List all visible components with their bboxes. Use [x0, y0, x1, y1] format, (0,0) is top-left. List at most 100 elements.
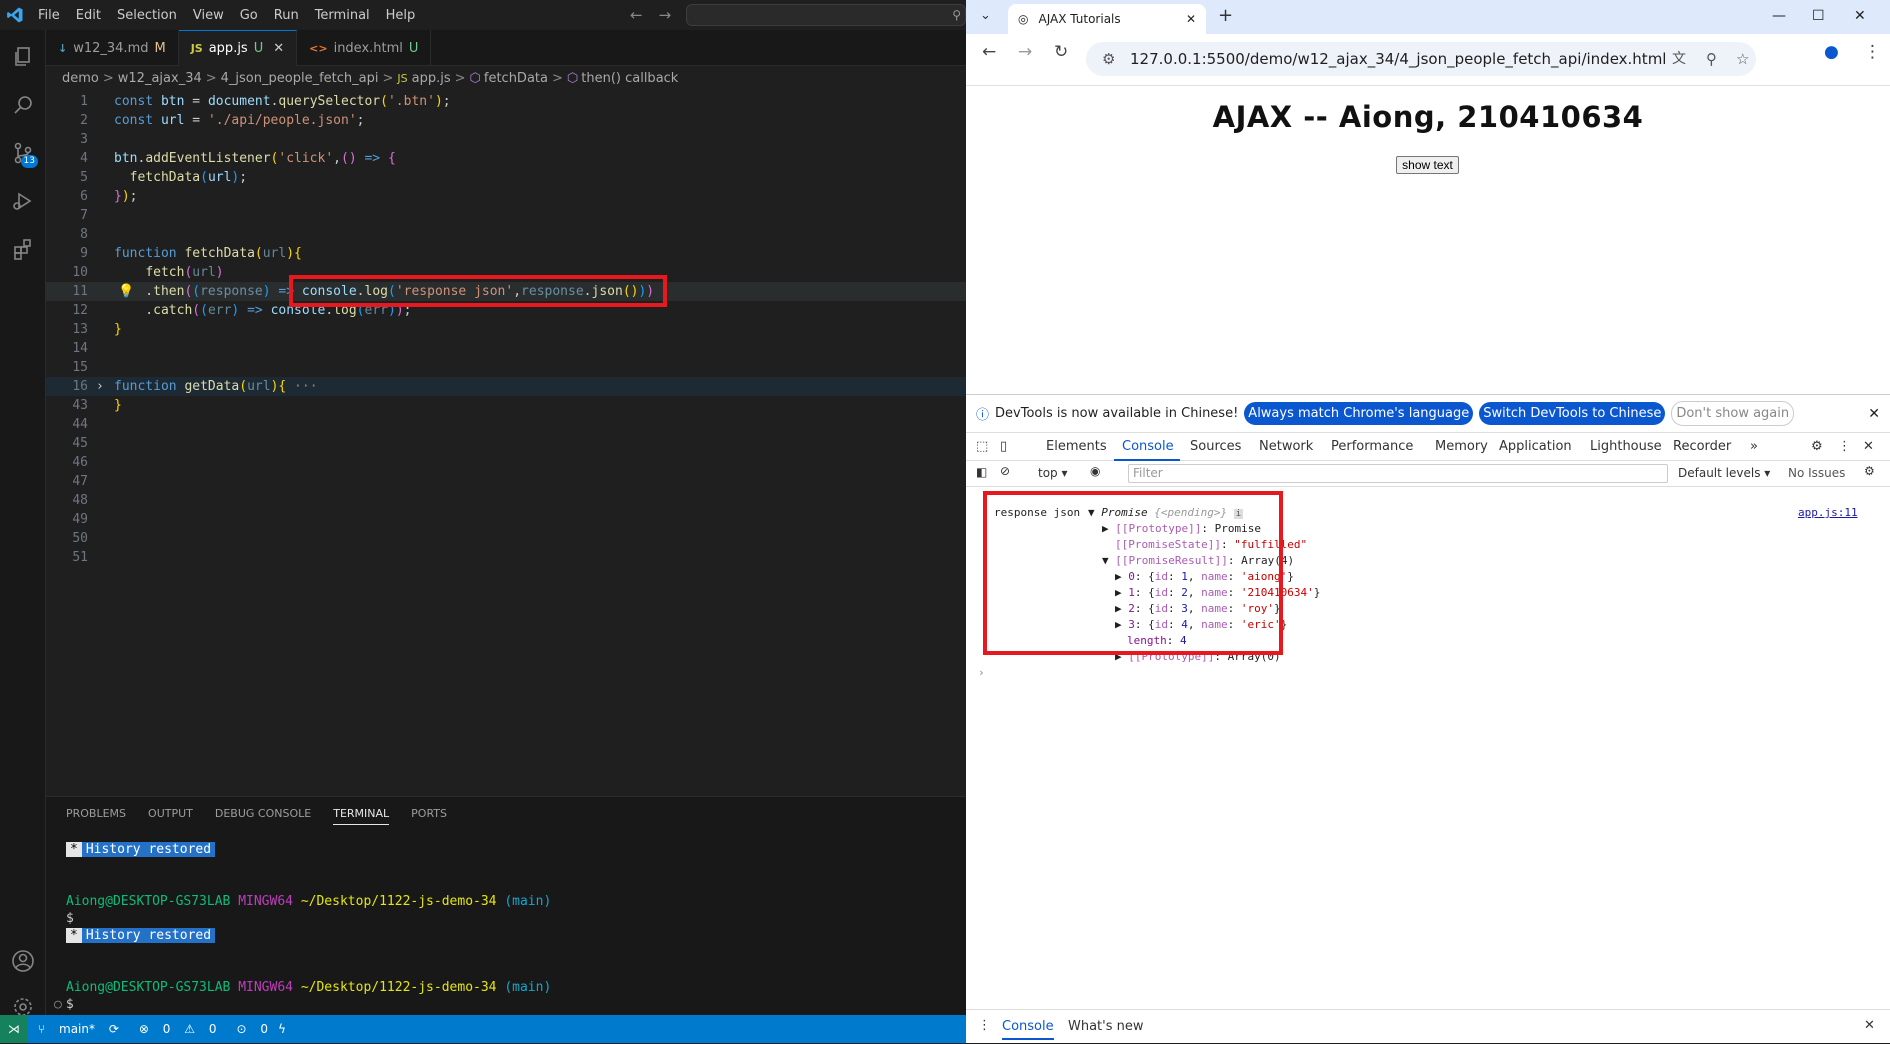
tab-problems[interactable]: PROBLEMS	[66, 807, 126, 824]
tab-debug-console[interactable]: DEBUG CONSOLE	[215, 807, 311, 824]
tab-search-chevron-icon[interactable]: ⌄	[980, 8, 991, 23]
translate-icon[interactable]: 文	[1672, 42, 1686, 76]
tab-ports[interactable]: PORTS	[411, 807, 447, 824]
context-selector[interactable]: top ▾	[1038, 466, 1068, 480]
close-icon[interactable]: ✕	[1868, 406, 1880, 422]
drawer-tab-console[interactable]: Console	[1002, 1019, 1054, 1040]
tab-recorder[interactable]: Recorder	[1673, 439, 1731, 454]
breadcrumb-item[interactable]: fetchData	[484, 71, 548, 86]
tab-index-html[interactable]: <> index.html U	[297, 30, 432, 66]
tab-terminal[interactable]: TERMINAL	[333, 807, 390, 825]
tab-lighthouse[interactable]: Lighthouse	[1590, 439, 1662, 454]
bookmark-star-icon[interactable]: ☆	[1736, 42, 1749, 76]
code-line: 6});	[80, 189, 138, 204]
inspect-element-icon[interactable]: ⬚	[976, 439, 988, 454]
branch-indicator[interactable]: ⑂ main* ⟳	[38, 1022, 119, 1036]
address-bar[interactable]: ⚙ 127.0.0.1:5500/demo/w12_ajax_34/4_json…	[1086, 42, 1756, 76]
source-control-icon[interactable]: 13	[0, 130, 46, 176]
lightning-icon[interactable]: ϟ	[278, 1022, 286, 1036]
terminal-prompt-line: Aiong@DESKTOP-GS73LAB MINGW64 ~/Desktop/…	[66, 893, 551, 910]
kebab-menu-icon[interactable]: ⋮	[1838, 439, 1851, 454]
tab-elements[interactable]: Elements	[1046, 439, 1107, 454]
tab-console[interactable]: Console	[1122, 439, 1174, 454]
drawer-menu-icon[interactable]: ⋮	[978, 1018, 991, 1033]
source-link[interactable]: app.js:11	[1798, 505, 1858, 521]
show-text-button[interactable]: show text	[1396, 156, 1459, 174]
search-icon[interactable]	[0, 82, 46, 128]
eye-icon[interactable]: ◉	[1090, 464, 1100, 478]
scm-badge: 13	[20, 155, 38, 168]
terminal-path: ~/Desktop/1122-js-demo-34	[300, 894, 497, 909]
explorer-icon[interactable]	[0, 34, 46, 80]
breadcrumb: demo > w12_ajax_34 > 4_json_people_fetch_a…	[62, 70, 679, 86]
circle-icon: ○	[54, 997, 62, 1012]
minimize-icon[interactable]: —	[1772, 8, 1786, 24]
back-arrow-icon[interactable]: ←	[630, 6, 643, 24]
breadcrumb-item[interactable]: w12_ajax_34	[118, 71, 202, 86]
menu-file[interactable]: File	[38, 8, 60, 23]
breadcrumb-item[interactable]: app.js	[412, 71, 451, 86]
forward-arrow-icon[interactable]: →	[659, 6, 672, 24]
site-info-icon[interactable]: ⚙	[1102, 42, 1115, 76]
fold-chevron-icon[interactable]: ›	[96, 377, 104, 396]
always-match-language-button[interactable]: Always match Chrome's language	[1244, 402, 1474, 425]
chrome-toolbar: ← → ↻ ⚙ 127.0.0.1:5500/demo/w12_ajax_34/…	[966, 34, 1890, 86]
menu-go[interactable]: Go	[240, 8, 258, 23]
code-editor[interactable]: 1 const btn = document.querySelector('.bt…	[46, 90, 966, 796]
command-center-search[interactable]: ⚲	[686, 4, 966, 26]
log-levels-dropdown[interactable]: Default levels ▾	[1678, 466, 1770, 480]
remote-icon[interactable]: ⋊	[0, 1015, 28, 1043]
tab-output[interactable]: OUTPUT	[148, 807, 193, 824]
extensions-icon[interactable]	[0, 226, 46, 272]
run-debug-icon[interactable]	[0, 178, 46, 224]
ports-indicator[interactable]: ⊙ 0	[226, 1022, 268, 1036]
terminal-input-line[interactable]: ○ $	[54, 996, 74, 1013]
settings-gear-icon[interactable]: ⚙	[1864, 464, 1875, 478]
tab-network[interactable]: Network	[1259, 439, 1313, 454]
close-icon[interactable]: ✕	[1864, 1018, 1875, 1033]
sidebar-toggle-icon[interactable]: ◧	[976, 465, 987, 479]
menu-run[interactable]: Run	[274, 8, 299, 23]
drawer-tab-whats-new[interactable]: What's new	[1068, 1019, 1144, 1034]
clear-console-icon[interactable]: ⊘	[1000, 464, 1010, 478]
filter-input[interactable]: Filter	[1128, 464, 1668, 483]
profile-avatar-icon[interactable]: ●	[1824, 42, 1839, 62]
tab-w12-34-md[interactable]: ↓ w12_34.md M	[46, 30, 179, 66]
close-icon[interactable]: ✕	[1186, 12, 1196, 26]
breadcrumb-item[interactable]: demo	[62, 71, 99, 86]
menu-view[interactable]: View	[193, 8, 224, 23]
reload-icon[interactable]: ↻	[1054, 42, 1068, 62]
settings-gear-icon[interactable]: ⚙	[1811, 439, 1823, 454]
dont-show-again-button[interactable]: Don't show again	[1671, 401, 1795, 426]
tab-app-js[interactable]: JS app.js U ✕	[178, 30, 298, 66]
chrome-tab-title: AJAX Tutorials	[1038, 12, 1121, 26]
kebab-menu-icon[interactable]: ⋮	[1864, 42, 1881, 62]
zoom-icon[interactable]: ⚲	[1706, 42, 1717, 76]
problems-indicator[interactable]: ⊗ 0 ⚠ 0	[129, 1022, 217, 1036]
back-arrow-icon[interactable]: ←	[982, 42, 996, 62]
new-tab-plus-icon[interactable]: +	[1218, 5, 1233, 26]
close-icon[interactable]: ✕	[1863, 439, 1874, 454]
menu-help[interactable]: Help	[386, 8, 416, 23]
close-window-icon[interactable]: ✕	[1854, 8, 1866, 24]
switch-to-chinese-button[interactable]: Switch DevTools to Chinese	[1479, 402, 1666, 425]
forward-arrow-icon[interactable]: →	[1018, 42, 1032, 62]
chrome-tab-active[interactable]: ◎ AJAX Tutorials ✕	[1008, 4, 1206, 34]
close-icon[interactable]: ✕	[273, 41, 284, 56]
menu-edit[interactable]: Edit	[76, 8, 101, 23]
account-icon[interactable]	[0, 938, 46, 984]
breadcrumb-item[interactable]: then() callback	[581, 71, 678, 86]
tab-memory[interactable]: Memory	[1435, 439, 1488, 454]
tab-application[interactable]: Application	[1499, 439, 1572, 454]
tab-sources[interactable]: Sources	[1190, 439, 1241, 454]
console-prompt-icon[interactable]: ›	[978, 665, 985, 681]
device-toolbar-icon[interactable]: ▯	[1000, 439, 1007, 454]
more-tabs-icon[interactable]: »	[1750, 439, 1758, 454]
menu-terminal[interactable]: Terminal	[315, 8, 370, 23]
breadcrumb-item[interactable]: 4_json_people_fetch_api	[221, 71, 379, 86]
code-line: 14	[72, 341, 88, 356]
issues-count[interactable]: No Issues	[1788, 466, 1845, 480]
tab-performance[interactable]: Performance	[1331, 439, 1413, 454]
maximize-icon[interactable]: ☐	[1812, 8, 1825, 24]
menu-selection[interactable]: Selection	[117, 8, 177, 23]
